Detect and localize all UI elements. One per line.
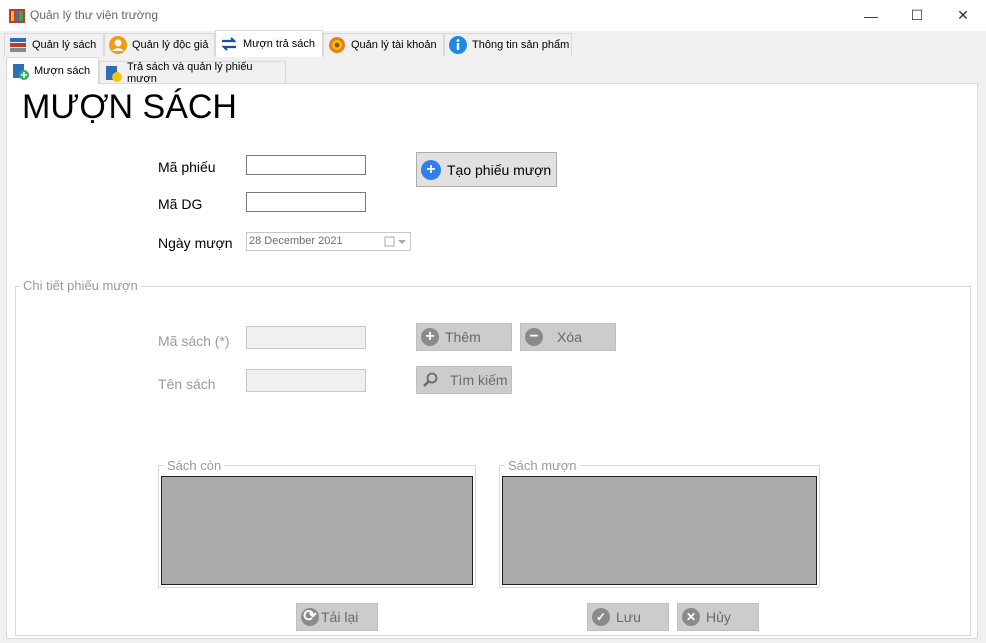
create-loan-label: Tạo phiếu mượn — [447, 161, 552, 178]
tab-label: Trả sách và quản lý phiếu mượn — [127, 60, 253, 85]
add-label: Thêm — [445, 329, 481, 345]
borrow-icon — [13, 64, 29, 80]
reload-button[interactable]: ⟳ Tải lại — [296, 603, 378, 631]
subtab-muon-sach[interactable]: Mượn sách — [6, 57, 99, 84]
page-title: MƯỢN SÁCH — [22, 88, 237, 126]
gear-icon — [329, 37, 345, 53]
cancel-button[interactable]: ✕ Hủy — [677, 603, 759, 631]
ma-phieu-label: Mã phiếu — [158, 159, 216, 175]
ngay-muon-datepicker[interactable]: 28 December 2021 — [246, 232, 411, 251]
borrowed-books-title: Sách mượn — [505, 458, 580, 473]
tab-quan-ly-sach[interactable]: Quản lý sách — [4, 33, 104, 56]
available-books-title: Sách còn — [164, 458, 225, 473]
minus-icon: − — [525, 328, 543, 346]
tab-label: Mượn trả sách — [243, 38, 316, 50]
tab-label: Mượn sách — [34, 65, 91, 77]
delete-label: Xóa — [557, 329, 582, 345]
borrowed-books-list[interactable] — [502, 476, 817, 585]
tab-label: Thông tin sản phẩm — [472, 39, 570, 51]
save-button[interactable]: ✓ Lưu — [587, 603, 669, 631]
info-icon — [449, 36, 467, 54]
ma-dg-label: Mã DG — [158, 196, 203, 212]
ma-sach-input[interactable] — [246, 326, 366, 349]
tab-muon-tra-sach[interactable]: Mượn trả sách — [215, 30, 323, 57]
create-loan-button[interactable]: + Tạo phiếu mượn — [416, 152, 557, 187]
ma-dg-input[interactable] — [246, 192, 366, 212]
library-app-icon — [9, 9, 25, 23]
check-icon: ✓ — [592, 608, 610, 626]
ma-phieu-input[interactable] — [246, 155, 366, 175]
calendar-dropdown-icon[interactable] — [384, 235, 408, 248]
tab-label: Quản lý tài khoản — [351, 39, 437, 51]
search-label: Tìm kiếm — [450, 372, 508, 388]
plus-icon: + — [421, 328, 439, 346]
search-button[interactable]: Tìm kiếm — [416, 366, 512, 394]
available-books-list[interactable] — [161, 476, 473, 585]
reload-label: Tải lại — [321, 609, 359, 625]
delete-button[interactable]: − Xóa — [520, 323, 616, 351]
add-button[interactable]: + Thêm — [416, 323, 512, 351]
cancel-label: Hủy — [706, 609, 731, 625]
refresh-icon: ⟳ — [301, 608, 319, 626]
title-bar: Quản lý thư viện trường — ☐ ✕ — [0, 0, 986, 31]
maximize-button[interactable]: ☐ — [894, 0, 940, 31]
plus-icon: + — [421, 159, 441, 180]
ma-sach-label: Mã sách (*) — [158, 333, 230, 349]
date-value: 28 December 2021 — [249, 235, 343, 247]
x-icon: ✕ — [682, 608, 700, 626]
ten-sach-label: Tên sách — [158, 376, 216, 392]
tab-label: Quản lý sách — [32, 39, 97, 51]
tab-label: Quản lý độc giả — [132, 39, 209, 51]
tab-quan-ly-tai-khoan[interactable]: Quản lý tài khoản — [323, 33, 444, 56]
return-icon — [106, 65, 122, 82]
swap-arrows-icon — [221, 37, 237, 51]
ngay-muon-label: Ngày mượn — [158, 235, 233, 251]
subtab-tra-sach[interactable]: Trả sách và quản lý phiếu mượn — [99, 60, 286, 85]
minimize-button[interactable]: — — [848, 0, 894, 31]
books-icon — [10, 38, 26, 52]
close-button[interactable]: ✕ — [940, 0, 986, 31]
save-label: Lưu — [616, 609, 641, 625]
ten-sach-input[interactable] — [246, 369, 366, 392]
loan-detail-title: Chi tiết phiếu mượn — [20, 278, 141, 293]
user-icon — [109, 36, 127, 54]
tab-quan-ly-doc-gia[interactable]: Quản lý độc giả — [104, 33, 215, 56]
tab-thong-tin-san-pham[interactable]: Thông tin sản phẩm — [444, 33, 572, 56]
window-title: Quản lý thư viện trường — [30, 8, 158, 22]
search-icon — [423, 372, 438, 387]
